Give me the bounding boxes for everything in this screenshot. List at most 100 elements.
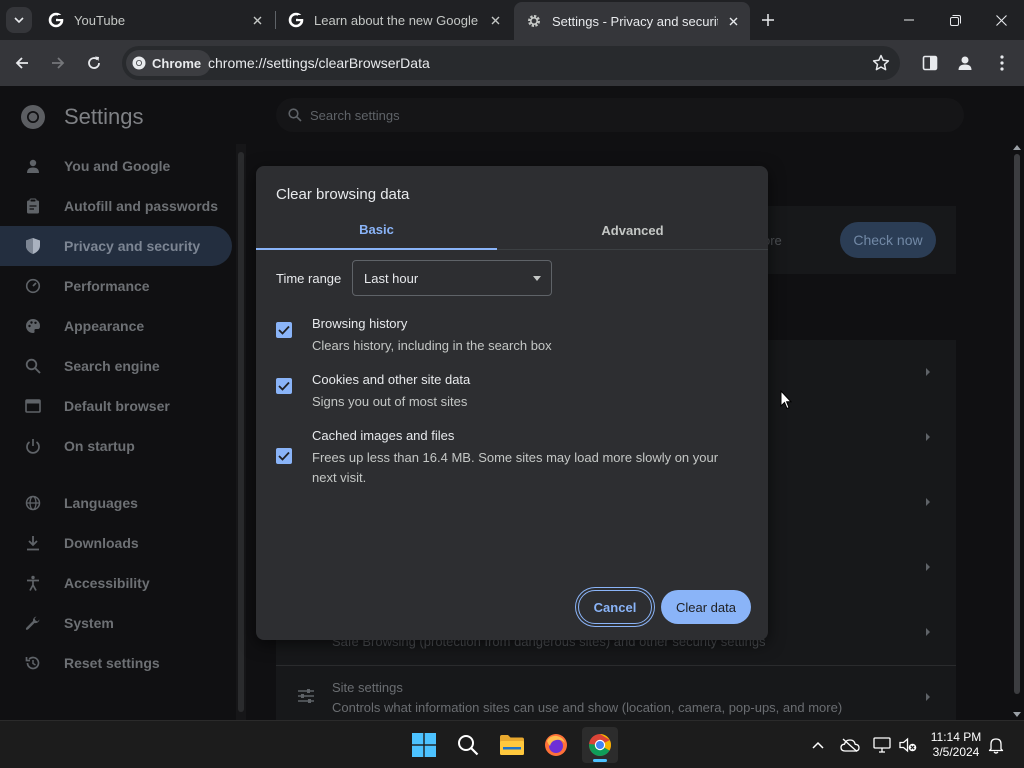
sidebar-item-accessibility[interactable]: Accessibility	[0, 563, 232, 603]
sidebar-item-search-engine[interactable]: Search engine	[0, 346, 232, 386]
checkmark-icon	[278, 381, 290, 391]
sidebar-item-system[interactable]: System	[0, 603, 232, 643]
checkmark-icon	[278, 325, 290, 335]
start-button[interactable]	[406, 727, 442, 763]
back-button[interactable]	[10, 51, 34, 75]
sidebar-item-you-and-google[interactable]: You and Google	[0, 146, 232, 186]
menu-button[interactable]	[990, 51, 1014, 75]
side-panel-button[interactable]	[918, 51, 942, 75]
cancel-button[interactable]: Cancel	[578, 590, 652, 624]
scrollbar-thumb[interactable]	[1014, 154, 1020, 694]
sidebar-item-reset-settings[interactable]: Reset settings	[0, 643, 232, 683]
taskbar-search-button[interactable]	[450, 727, 486, 763]
cookies-checkbox[interactable]	[276, 378, 292, 394]
chrome-chip[interactable]: Chrome	[126, 50, 212, 76]
tab-strip: YouTube Learn about the new Google sign-…	[0, 0, 1024, 40]
search-settings-input[interactable]: Search settings	[276, 98, 964, 132]
mouse-cursor-icon	[780, 390, 792, 410]
sidebar-item-performance[interactable]: Performance	[0, 266, 232, 306]
profile-button[interactable]	[953, 51, 977, 75]
cloud-offline-icon	[840, 738, 860, 752]
cached-images-checkbox[interactable]	[276, 448, 292, 464]
restore-icon	[949, 14, 961, 26]
browsing-history-checkbox[interactable]	[276, 322, 292, 338]
profile-icon	[958, 56, 972, 70]
arrow-right-icon	[52, 57, 65, 69]
close-icon[interactable]	[486, 11, 504, 29]
tab-basic[interactable]: Basic	[256, 210, 497, 250]
reset-icon	[24, 654, 42, 672]
folder-icon	[500, 735, 524, 755]
onedrive-tray-button[interactable]	[840, 735, 860, 755]
chevron-right-icon	[926, 368, 930, 376]
tab-search-button[interactable]	[6, 7, 32, 33]
volume-tray-button[interactable]	[898, 735, 918, 755]
sidebar-item-appearance[interactable]: Appearance	[0, 306, 232, 346]
tab-youtube[interactable]: YouTube	[36, 0, 274, 40]
reload-icon	[88, 56, 100, 69]
tab-settings[interactable]: Settings - Privacy and security	[514, 2, 750, 40]
network-icon	[873, 737, 891, 753]
sidebar-item-on-startup[interactable]: On startup	[0, 426, 232, 466]
chevron-right-icon	[926, 693, 930, 701]
sidebar-scrollbar[interactable]	[236, 144, 246, 720]
sidebar-item-default-browser[interactable]: Default browser	[0, 386, 232, 426]
minimize-button[interactable]	[886, 0, 932, 40]
settings-sidebar: You and Google Autofill and passwords Pr…	[0, 146, 232, 683]
chrome-logo-icon	[589, 734, 611, 756]
notifications-button[interactable]	[986, 735, 1006, 755]
firefox-button[interactable]	[538, 727, 574, 763]
clock-time: 11:14 PM	[930, 730, 982, 744]
sidebar-item-label: Autofill and passwords	[64, 198, 219, 214]
taskbar-clock[interactable]: 11:14 PM 3/5/2024	[922, 730, 990, 760]
reload-button[interactable]	[82, 51, 106, 75]
sidebar-item-label: On startup	[64, 438, 135, 454]
check-now-button[interactable]: Check now	[840, 222, 936, 258]
sidebar-item-languages[interactable]: Languages	[0, 483, 232, 523]
close-window-button[interactable]	[978, 0, 1024, 40]
nav-divider	[0, 466, 232, 483]
minimize-icon	[904, 19, 914, 21]
clipboard-icon	[24, 197, 42, 215]
wrench-icon	[24, 614, 42, 632]
kebab-menu-icon	[1000, 55, 1004, 71]
show-hidden-icons-button[interactable]	[808, 735, 828, 755]
tab-google-signin[interactable]: Learn about the new Google sign-in	[276, 0, 512, 40]
chrome-taskbar-button[interactable]	[582, 727, 618, 763]
restore-button[interactable]	[932, 0, 978, 40]
bookmark-star-button[interactable]	[872, 54, 890, 72]
sidebar-item-label: System	[64, 615, 114, 631]
search-icon	[458, 735, 479, 756]
tab-title: YouTube	[74, 12, 126, 28]
chevron-down-icon	[14, 17, 24, 24]
gear-icon	[528, 15, 540, 27]
clear-data-button[interactable]: Clear data	[661, 590, 751, 624]
main-scrollbar[interactable]	[1008, 144, 1024, 720]
close-icon[interactable]	[724, 12, 742, 30]
checkmark-icon	[278, 451, 290, 461]
search-icon	[288, 108, 302, 122]
browser-icon	[24, 397, 42, 415]
dialog-title: Clear browsing data	[276, 186, 410, 203]
close-icon[interactable]	[248, 11, 266, 29]
shield-icon	[24, 237, 42, 255]
chevron-right-icon	[926, 628, 930, 636]
search-placeholder: Search settings	[310, 107, 400, 123]
power-icon	[24, 437, 42, 455]
time-range-select[interactable]: Last hour	[352, 260, 552, 296]
file-explorer-button[interactable]	[494, 727, 530, 763]
sidebar-item-autofill[interactable]: Autofill and passwords	[0, 186, 232, 226]
scroll-up-icon	[1013, 145, 1021, 150]
address-bar[interactable]: Chrome chrome://settings/clearBrowserDat…	[122, 46, 900, 80]
sidebar-item-privacy-and-security[interactable]: Privacy and security	[0, 226, 232, 266]
scrollbar-thumb[interactable]	[238, 152, 244, 712]
network-tray-button[interactable]	[872, 735, 892, 755]
gauge-icon	[24, 277, 42, 295]
plus-icon	[762, 14, 774, 26]
forward-button[interactable]	[46, 51, 70, 75]
tab-advanced[interactable]: Advanced	[512, 210, 753, 250]
accessibility-icon	[24, 574, 42, 592]
sidebar-item-label: Appearance	[64, 318, 145, 334]
new-tab-button[interactable]	[758, 10, 778, 30]
sidebar-item-downloads[interactable]: Downloads	[0, 523, 232, 563]
